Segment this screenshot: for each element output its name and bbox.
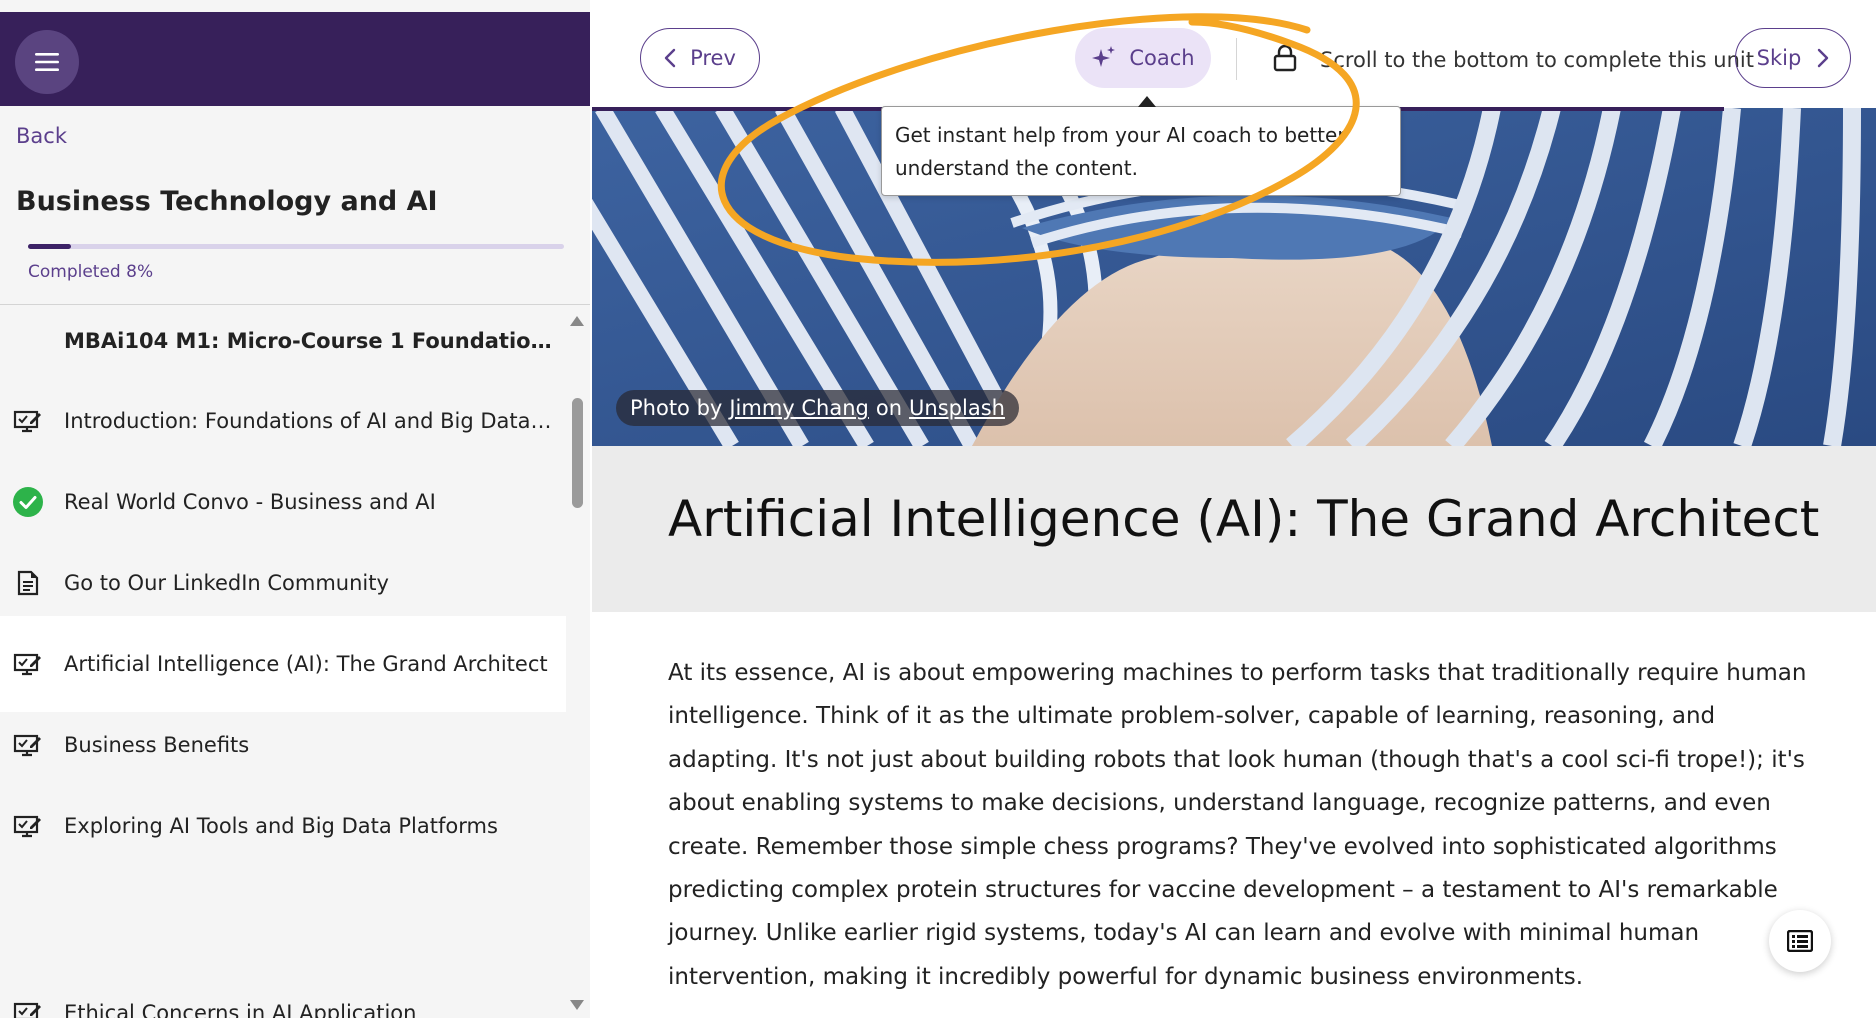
progress-bar (28, 244, 564, 249)
unit-label: Real World Convo - Business and AI (64, 490, 436, 514)
skip-label: Skip (1756, 46, 1802, 70)
divider (1236, 38, 1237, 80)
unit-label: Go to Our LinkedIn Community (64, 571, 389, 595)
sparkle-icon (1092, 46, 1116, 67)
coach-tooltip: Get instant help from your AI coach to b… (881, 106, 1401, 196)
sidebar-header (0, 12, 590, 106)
scroll-down-arrow[interactable] (570, 1000, 584, 1010)
unit-label: Ethical Concerns in AI Application (64, 1001, 417, 1018)
lesson-edit-icon (12, 405, 44, 437)
unit-list: MBAi104 M1: Micro-Course 1 Foundations o… (0, 305, 568, 1018)
unit-label: Introduction: Foundations of AI and Big … (64, 409, 556, 433)
list-icon (1787, 930, 1813, 952)
document-icon (12, 567, 44, 599)
scroll-up-arrow[interactable] (570, 316, 584, 326)
photo-credit-prefix: Photo by (630, 396, 723, 420)
unit-label: Business Benefits (64, 733, 250, 757)
lesson-edit-icon (12, 997, 44, 1018)
course-title: Business Technology and AI (16, 186, 438, 217)
page-title: Artificial Intelligence (AI): The Grand … (668, 490, 1820, 548)
progress-bar-fill (28, 244, 71, 249)
content-paragraph: At its essence, AI is about empowering m… (668, 660, 1807, 990)
sidebar: Back Business Technology and AI Complete… (0, 0, 590, 1018)
unit-label: Artificial Intelligence (AI): The Grand … (64, 652, 548, 676)
coach-button[interactable]: Coach (1075, 28, 1211, 88)
check-circle-icon (12, 486, 44, 518)
skip-button[interactable]: Skip (1735, 28, 1851, 88)
unit-item[interactable]: Ethical Concerns in AI Application (0, 965, 566, 1018)
scrollbar-thumb[interactable] (572, 398, 583, 508)
photo-author-link[interactable]: Jimmy Chang (729, 396, 869, 420)
completion-hint: Scroll to the bottom to complete this un… (1320, 48, 1754, 72)
chevron-right-icon (1818, 48, 1829, 68)
hamburger-icon (35, 53, 59, 71)
lesson-edit-icon (12, 648, 44, 680)
chevron-left-icon (664, 48, 676, 68)
menu-button[interactable] (15, 30, 79, 94)
table-of-contents-button[interactable] (1769, 910, 1831, 972)
photo-credit: Photo by Jimmy Chang on Unsplash (616, 390, 1019, 426)
progress-label: Completed 8% (28, 262, 154, 282)
lock-icon (1273, 44, 1297, 72)
main-content: Photo by Jimmy Chang on Unsplash Prev Co… (592, 0, 1876, 1018)
unit-label: MBAi104 M1: Micro-Course 1 Foundations o… (64, 329, 556, 353)
tooltip-arrow (1138, 96, 1156, 107)
photo-site-link[interactable]: Unsplash (909, 396, 1005, 420)
prev-label: Prev (690, 46, 736, 70)
coach-label: Coach (1129, 46, 1195, 70)
photo-credit-middle: on (875, 396, 903, 420)
prev-button[interactable]: Prev (640, 28, 760, 88)
lesson-edit-icon (12, 729, 44, 761)
unit-label: Exploring AI Tools and Big Data Platform… (64, 814, 498, 838)
title-band: Artificial Intelligence (AI): The Grand … (592, 446, 1876, 612)
lesson-edit-icon (12, 810, 44, 842)
unit-navigation-bar: Prev Coach Scroll to the bottom to compl… (592, 0, 1876, 111)
unit-item[interactable]: Exploring AI Tools and Big Data Platform… (0, 778, 566, 874)
back-link[interactable]: Back (16, 124, 67, 148)
